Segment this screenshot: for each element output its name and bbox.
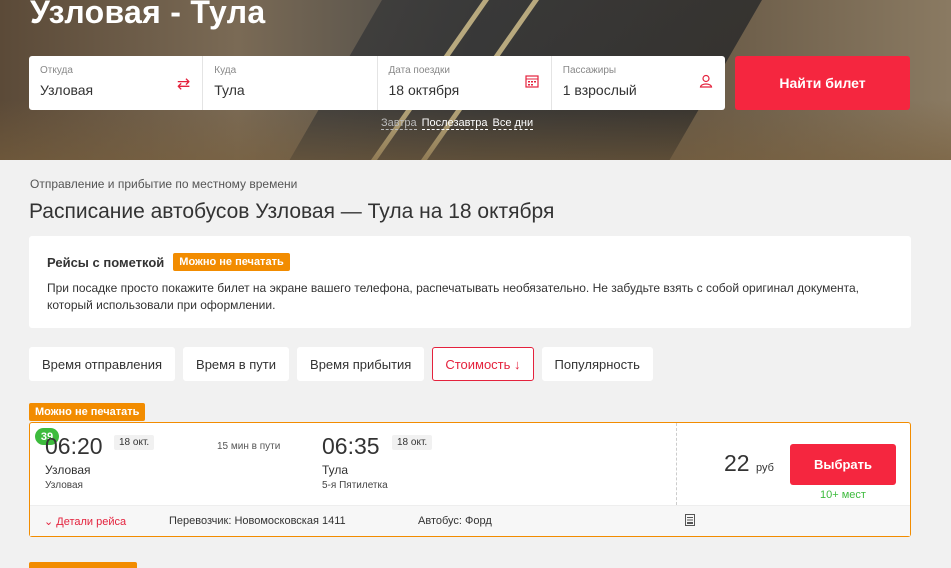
sort-arrival[interactable]: Время прибытия	[297, 347, 425, 381]
date-field[interactable]: Дата поездки 18 октября	[378, 56, 552, 110]
to-value[interactable]: Тула	[214, 82, 376, 98]
from-field[interactable]: Откуда Узловая ⇄	[29, 56, 204, 110]
trip-price: 22 руб	[724, 450, 774, 477]
departure-stop: Узловая	[45, 480, 83, 491]
departure-city: Узловая	[45, 463, 91, 477]
info-text: При посадке просто покажите билет на экр…	[47, 281, 859, 312]
quick-date-day-after[interactable]: Послезавтра	[421, 117, 488, 130]
sort-duration[interactable]: Время в пути	[183, 347, 290, 381]
departure-date: 18 окт.	[114, 435, 155, 450]
trip-card[interactable]: 39 06:20 18 окт. Узловая Узловая 15 мин …	[29, 422, 911, 537]
choose-trip-button[interactable]: Выбрать	[790, 444, 896, 485]
sort-bar: Время отправления Время в пути Время при…	[29, 347, 653, 381]
trip-carrier: Перевозчик: Новомосковская 1411	[169, 515, 346, 527]
person-icon[interactable]	[699, 74, 713, 93]
price-value: 22	[724, 450, 750, 476]
page-title: Расписание автобусов Узловая — Тула на 1…	[29, 200, 555, 223]
trip-details-label: Детали рейса	[56, 516, 127, 528]
trip-no-print-badge: Можно не печатать	[29, 403, 146, 421]
seats-available: 10+ мест	[820, 489, 866, 501]
trip-divider	[676, 423, 677, 505]
trip-footer: ⌄ Детали рейса Перевозчик: Новомосковска…	[30, 505, 910, 536]
arrival-city: Тула	[322, 463, 349, 477]
arrival-stop: 5-я Пятилетка	[322, 480, 388, 491]
passengers-field[interactable]: Пассажиры 1 взрослый	[552, 56, 725, 110]
chevron-down-icon: ⌄	[44, 516, 54, 528]
arrival-time: 06:35	[322, 433, 380, 459]
sort-departure[interactable]: Время отправления	[29, 347, 176, 381]
route-title: Узловая - Тула	[30, 0, 266, 30]
trip-duration: 15 мин в пути	[217, 441, 281, 452]
find-ticket-button[interactable]: Найти билет	[735, 56, 910, 110]
sort-popularity[interactable]: Популярность	[541, 347, 653, 381]
info-heading-row: Рейсы с пометкой Можно не печатать	[47, 253, 893, 271]
search-form: Откуда Узловая ⇄ Куда Тула Дата поездки …	[29, 56, 725, 110]
trip-bus: Автобус: Форд	[418, 515, 492, 527]
calendar-icon[interactable]	[525, 74, 539, 93]
quick-date-tomorrow[interactable]: Завтра	[381, 117, 417, 130]
info-heading: Рейсы с пометкой	[47, 254, 165, 270]
next-trip-badge	[29, 562, 137, 568]
swap-icon[interactable]: ⇄	[177, 74, 190, 94]
departure-time: 06:20	[45, 433, 103, 459]
no-print-info-box: Рейсы с пометкой Можно не печатать При п…	[29, 236, 911, 328]
to-field[interactable]: Куда Тула	[203, 56, 378, 110]
document-icon[interactable]	[685, 514, 695, 529]
sort-price[interactable]: Стоимость ↓	[432, 347, 534, 381]
quick-date-all[interactable]: Все дни	[492, 117, 534, 130]
price-currency: руб	[755, 462, 774, 474]
trip-details-link[interactable]: ⌄ Детали рейса	[44, 515, 126, 528]
local-time-note: Отправление и прибытие по местному време…	[30, 177, 298, 191]
no-print-badge: Можно не печатать	[173, 253, 290, 271]
arrival-date: 18 окт.	[392, 435, 433, 450]
to-label: Куда	[214, 65, 237, 76]
quick-date-links: Завтра Послезавтра Все дни	[381, 117, 534, 130]
